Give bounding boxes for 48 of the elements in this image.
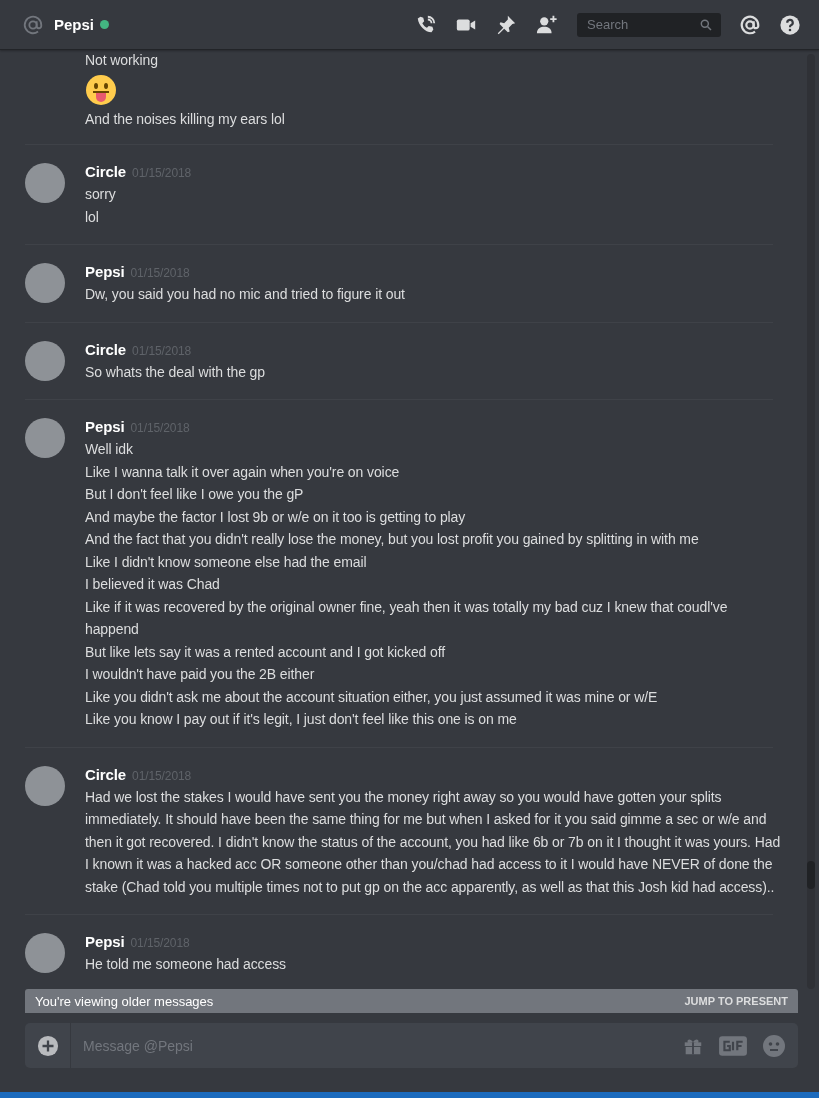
channel-title: Pepsi <box>54 16 95 33</box>
message-text: I wouldn't have paid you the 2B either <box>85 665 316 684</box>
username[interactable]: Pepsi <box>85 932 125 952</box>
message-text: And the noises killing my ears lol <box>85 109 286 129</box>
avatar[interactable] <box>25 418 65 458</box>
message-text: Like you know I pay out if it's legit, I just don't feel like this one is on me <box>85 710 518 729</box>
message-text: But I don't feel like I owe you the gP <box>85 485 305 504</box>
gif-icon[interactable] <box>718 1034 748 1057</box>
search-field[interactable]: Search <box>585 16 699 33</box>
avatar[interactable] <box>25 340 65 381</box>
message-text: He told me someone had access <box>85 955 287 974</box>
at-sign-icon <box>22 13 44 36</box>
avatar[interactable] <box>25 263 65 303</box>
emoji-face-icon[interactable] <box>762 1033 786 1058</box>
message-text: Like if it was recovered by the original owner fine, yeah then it was totally my bad cuz I knew that coudl've happend <box>85 597 729 639</box>
username[interactable]: Pepsi <box>85 417 125 437</box>
search-field[interactable]: Search <box>577 12 721 37</box>
message-text: sorry <box>85 185 117 204</box>
message-text: And the fact that you didn't really lose the money, but you lost profit you gained by splitting in with me <box>85 530 700 549</box>
message-text: lol <box>85 207 100 227</box>
add-friend-icon[interactable] <box>535 13 559 36</box>
help-icon[interactable] <box>779 13 801 36</box>
avatar[interactable] <box>25 933 65 973</box>
message-text: Like I didn't know someone else had the email <box>85 552 368 572</box>
message-text: Not working <box>85 51 159 70</box>
message-text: Well idk <box>85 440 134 459</box>
scrollbar[interactable] <box>807 54 815 989</box>
scroll-thumb[interactable] <box>807 861 815 889</box>
message-text: Like you didn't ask me about the account situation either, you just assumed it was mine or w/E <box>85 687 659 707</box>
username[interactable]: Pepsi <box>85 262 125 282</box>
search-icon <box>699 17 713 32</box>
message-text: Dw, you said you had no mic and tried to figure it out <box>85 285 406 304</box>
tongue-face-emoji-icon <box>85 73 117 106</box>
message-text: I believed it was Chad <box>85 575 221 594</box>
username[interactable]: Circle <box>85 162 127 182</box>
username[interactable]: Circle <box>85 764 127 785</box>
avatar[interactable] <box>25 765 65 806</box>
message-text: Had we lost the stakes I would have sent you the money right away so you would have gotten your splits immediately. It should have been the same thing for me but when I asked for it you said gimme a sec or w/e and then it got recovered. I didn't know the status of the account, you had like 6b or 7b on it I thought it was yours. Had I known it was a hacked acc OR someone other than you/chad had access to it I would have NEVER of done the stake (Chad told you multiple times not to put gp on the acc apparently, as well as that this Josh kid had access).. <box>85 787 782 897</box>
avatar[interactable] <box>25 163 65 203</box>
message-text: But like lets say it was a rented account and I got kicked off <box>85 642 447 662</box>
add-attachment-icon[interactable] <box>37 1034 59 1057</box>
message-text: So whats the deal with the gp <box>85 362 266 382</box>
username[interactable]: Circle <box>85 339 127 360</box>
pin-icon[interactable] <box>495 13 517 36</box>
message-text: Like I wanna talk it over again when you're on voice <box>85 462 401 482</box>
older-messages-notice: You're viewing older messages <box>35 993 214 1009</box>
mentions-icon[interactable] <box>739 13 761 36</box>
message-text: And maybe the factor I lost 9b or w/e on it too is getting to play <box>85 507 467 527</box>
